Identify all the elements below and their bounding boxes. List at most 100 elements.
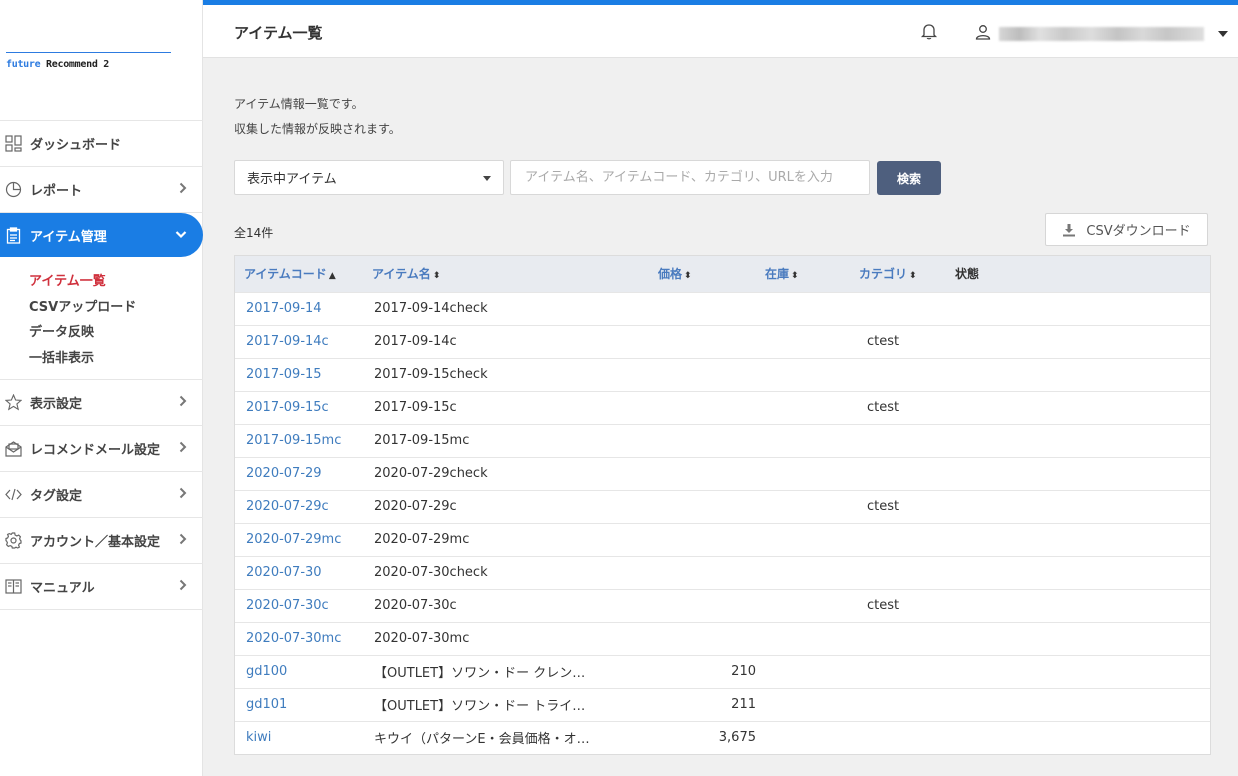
item-code-link[interactable]: 2017-09-15: [235, 357, 363, 391]
table-row: 2017-09-14 2017-09-14check: [235, 291, 1210, 325]
status-cell: [946, 390, 1210, 424]
caret-down-icon: [1218, 31, 1228, 37]
item-code-link[interactable]: 2020-07-30c: [235, 588, 363, 622]
sidebar-item-account-settings[interactable]: アカウント／基本設定: [0, 518, 203, 564]
item-code-link[interactable]: 2017-09-14: [235, 291, 363, 325]
column-header-price[interactable]: 価格 ⬍: [649, 256, 756, 292]
sidebar-item-label: アカウント／基本設定: [30, 535, 161, 550]
stock-cell: [756, 390, 850, 424]
item-code-link[interactable]: 2020-07-29mc: [235, 522, 363, 556]
item-name-cell: キウイ（パターンE・会員価格・オ…: [363, 720, 649, 754]
sidebar-item-display-settings[interactable]: 表示設定: [0, 380, 203, 426]
stock-cell: [756, 588, 850, 622]
category-cell: [850, 291, 946, 325]
item-code-link[interactable]: 2020-07-29c: [235, 489, 363, 523]
sort-asc-icon: ▲: [328, 271, 336, 282]
table-row: 2020-07-30mc 2020-07-30mc: [235, 621, 1210, 655]
sidebar-item-report[interactable]: レポート: [0, 167, 203, 213]
table-row: 2017-09-15 2017-09-15check: [235, 357, 1210, 391]
column-header-stock[interactable]: 在庫 ⬍: [756, 256, 850, 292]
item-code-link[interactable]: 2017-09-15c: [235, 390, 363, 424]
price-cell: [649, 588, 756, 622]
subnav-item-data-reflect[interactable]: データ反映: [29, 320, 203, 346]
stock-cell: [756, 423, 850, 457]
chevron-right-icon: [179, 533, 187, 549]
price-cell: [649, 522, 756, 556]
sidebar-item-dashboard[interactable]: ダッシュボード: [0, 121, 203, 167]
logo[interactable]: future Recommend 2: [6, 52, 171, 70]
csv-download-button[interactable]: CSVダウンロード: [1045, 213, 1208, 246]
bell-icon[interactable]: [920, 22, 938, 44]
chevron-right-icon: [179, 182, 187, 198]
table-header-row: アイテムコード ▲ アイテム名 ⬍ 価格 ⬍ 在庫 ⬍ カテゴリ ⬍ 状態: [235, 256, 1210, 292]
item-filter-value: 表示中アイテム: [247, 172, 337, 187]
sidebar-item-label: 表示設定: [30, 397, 83, 412]
stock-cell: [756, 720, 850, 754]
status-cell: [946, 489, 1210, 523]
item-filter-select[interactable]: 表示中アイテム: [234, 160, 504, 195]
item-code-link[interactable]: 2020-07-30: [235, 555, 363, 589]
item-name-cell: 2017-09-15check: [363, 357, 649, 391]
stock-cell: [756, 522, 850, 556]
category-cell: [850, 654, 946, 688]
item-code-link[interactable]: 2017-09-14c: [235, 324, 363, 358]
top-header: アイテム一覧: [203, 0, 1238, 58]
status-cell: [946, 687, 1210, 721]
status-cell: [946, 324, 1210, 358]
table-row: gd100 【OUTLET】ソワン・ドー クレン… 210: [235, 654, 1210, 688]
item-code-link[interactable]: 2020-07-29: [235, 456, 363, 490]
sidebar-subnav: アイテム一覧 CSVアップロード データ反映 一括非表示: [0, 257, 203, 380]
item-name-cell: 2017-09-14check: [363, 291, 649, 325]
category-cell: ctest: [850, 588, 946, 622]
column-header-item-name[interactable]: アイテム名 ⬍: [363, 256, 649, 292]
category-cell: [850, 522, 946, 556]
status-cell: [946, 357, 1210, 391]
item-code-link[interactable]: kiwi: [235, 720, 363, 754]
item-code-link[interactable]: gd100: [235, 654, 363, 688]
category-cell: ctest: [850, 390, 946, 424]
subnav-item-csv-upload[interactable]: CSVアップロード: [29, 295, 203, 321]
user-menu[interactable]: [975, 24, 1228, 44]
item-name-cell: 【OUTLET】ソワン・ドー トライ…: [363, 687, 649, 721]
column-header-item-code[interactable]: アイテムコード ▲: [235, 256, 363, 292]
category-cell: ctest: [850, 489, 946, 523]
category-cell: [850, 456, 946, 490]
category-cell: [850, 687, 946, 721]
table-row: 2017-09-14c 2017-09-14c ctest: [235, 324, 1210, 358]
subnav-item-bulk-hide[interactable]: 一括非表示: [29, 346, 203, 372]
column-header-category[interactable]: カテゴリ ⬍: [850, 256, 946, 292]
csv-download-label: CSVダウンロード: [1086, 224, 1191, 239]
price-cell: [649, 423, 756, 457]
status-cell: [946, 555, 1210, 589]
table-row: 2020-07-30 2020-07-30check: [235, 555, 1210, 589]
search-input[interactable]: [510, 160, 870, 195]
price-cell: [649, 456, 756, 490]
clipboard-icon: [4, 226, 22, 244]
sidebar-item-item-management[interactable]: アイテム管理: [0, 213, 203, 257]
item-code-link[interactable]: gd101: [235, 687, 363, 721]
item-code-link[interactable]: 2020-07-30mc: [235, 621, 363, 655]
category-cell: ctest: [850, 324, 946, 358]
sidebar-item-recommend-mail[interactable]: レコメンドメール設定: [0, 426, 203, 472]
item-name-cell: 2020-07-29check: [363, 456, 649, 490]
item-name-cell: 2020-07-30c: [363, 588, 649, 622]
logo-text: future Recommend 2: [6, 59, 109, 70]
sidebar-item-label: レポート: [30, 184, 83, 199]
search-button[interactable]: 検索: [877, 161, 941, 195]
stock-cell: [756, 324, 850, 358]
sidebar-item-manual[interactable]: マニュアル: [0, 564, 203, 610]
sidebar-item-label: ダッシュボード: [30, 138, 122, 153]
subnav-item-item-list[interactable]: アイテム一覧: [29, 269, 203, 295]
price-cell: 211: [649, 687, 756, 721]
chevron-right-icon: [179, 395, 187, 411]
price-cell: 210: [649, 654, 756, 688]
category-cell: [850, 423, 946, 457]
chevron-down-icon: [175, 228, 187, 243]
sidebar-item-label: アイテム管理: [30, 229, 107, 245]
sidebar-item-tag-settings[interactable]: タグ設定: [0, 472, 203, 518]
logo-line: [6, 52, 171, 53]
item-name-cell: 2017-09-15mc: [363, 423, 649, 457]
category-cell: [850, 357, 946, 391]
item-code-link[interactable]: 2017-09-15mc: [235, 423, 363, 457]
item-name-cell: 2020-07-29mc: [363, 522, 649, 556]
